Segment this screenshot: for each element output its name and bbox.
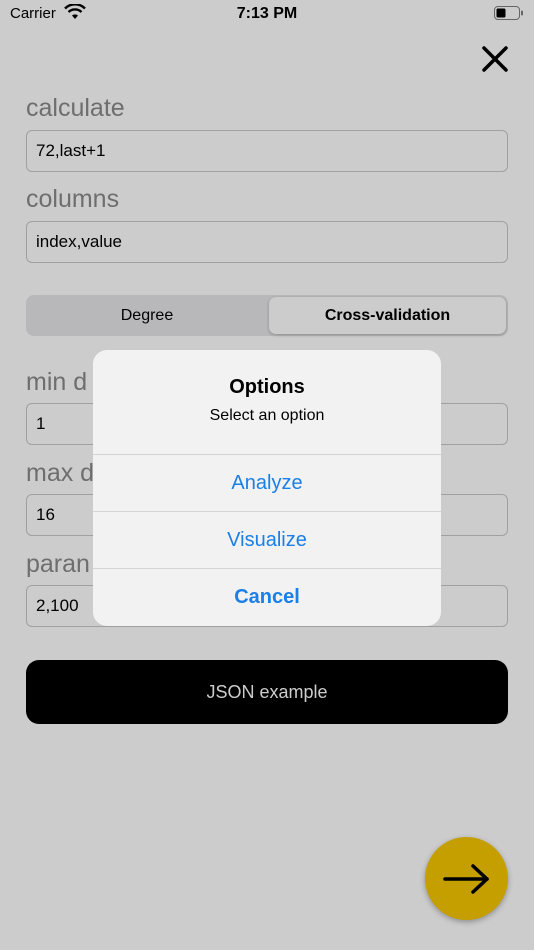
cancel-button[interactable]: Cancel xyxy=(93,568,441,624)
alert-title: Options xyxy=(229,376,305,398)
options-alert: Options Select an option Analyze Visuali… xyxy=(93,350,441,626)
analyze-button[interactable]: Analyze xyxy=(93,454,441,510)
visualize-button[interactable]: Visualize xyxy=(93,511,441,567)
alert-message: Select an option xyxy=(209,407,325,424)
